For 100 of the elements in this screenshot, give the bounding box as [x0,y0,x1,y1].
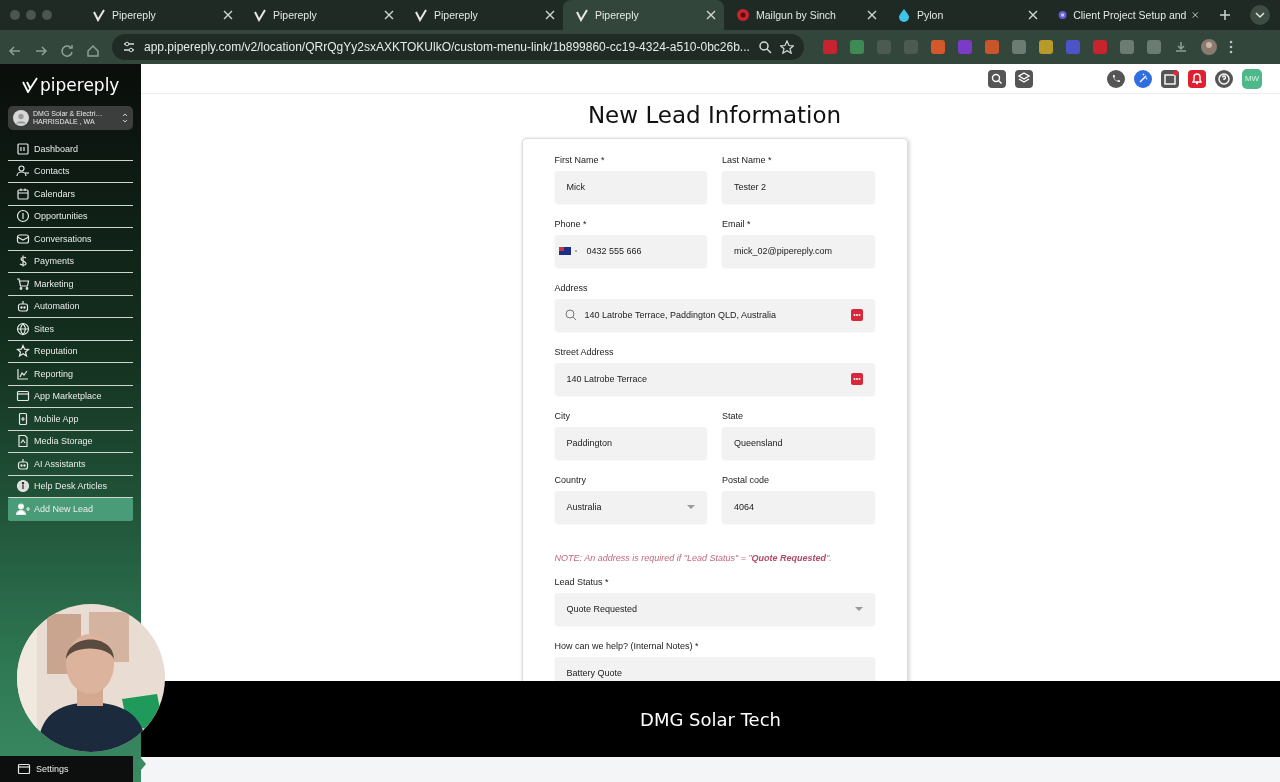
field-label: Address [554,283,589,293]
sidebar-item[interactable]: Dashboard [8,138,133,161]
logo-icon [22,77,38,93]
cart-icon [16,276,30,291]
extension-icon[interactable] [1010,39,1027,55]
input-field[interactable]: 4064 [722,491,875,523]
profile-avatar-icon[interactable] [1199,38,1218,56]
extension-icon[interactable] [929,39,946,55]
extension-icon[interactable] [983,39,1000,55]
phone-icon [16,411,30,426]
avatar-icon [13,110,29,126]
layers-icon[interactable] [1015,69,1033,88]
extension-icon[interactable] [1118,39,1135,55]
help-icon[interactable] [1215,69,1233,88]
more-icon[interactable] [850,373,863,385]
check-icon [575,8,589,22]
sidebar-item[interactable]: Marketing [8,273,133,296]
back-icon[interactable] [8,44,22,58]
extension-icon[interactable] [1037,39,1054,55]
sidebar-item[interactable]: Reporting [8,363,133,386]
browser-tab[interactable]: Pylon [885,0,1046,30]
footer-text: DMG Solar Tech [640,708,781,730]
dropdown[interactable]: Australia [554,491,707,523]
window-icon [17,762,31,776]
circle-icon [736,8,750,22]
close-icon[interactable] [706,10,716,20]
extension-icon[interactable] [848,39,865,55]
address-field[interactable]: app.pipereply.com/v2/location/QRrQgYy2sxAXKTOKUlkO/custom-menu-link/1b899860-cc19-4324-a510-0bc26b... [112,34,804,60]
sidebar-item[interactable]: Mobile App [8,408,133,431]
input-field[interactable]: Queensland [722,427,875,459]
input-field[interactable]: 140 Latrobe Terrace [554,363,875,395]
chart-icon [16,366,30,381]
input-field[interactable]: Tester 2 [722,171,875,203]
browser-tab[interactable]: Pipereply [402,0,563,30]
globe-icon [16,321,30,336]
more-icon[interactable] [850,309,863,321]
page-title: New Lead Information [587,102,842,128]
sidebar-item[interactable]: Payments [8,250,133,273]
close-icon[interactable] [867,10,877,20]
input-field[interactable]: 140 Latrobe Terrace, Paddington QLD, Australia [554,299,875,331]
field-label: Country [554,475,587,485]
reload-icon[interactable] [60,44,74,58]
extension-icon[interactable] [1145,39,1162,55]
caret-icon [854,606,863,612]
browser-tab[interactable]: Pipereply [80,0,241,30]
sidebar-item[interactable]: Automation [8,295,133,318]
tab-menu-icon[interactable] [1250,5,1270,25]
sidebar-item[interactable]: Reputation [8,340,133,363]
field-label: How can we help? (Internal Notes) * [554,641,700,651]
browser-tab[interactable]: Mailgun by Sinch [724,0,885,30]
forward-icon[interactable] [34,44,48,58]
input-field[interactable]: 0432 555 666 [554,235,707,267]
sidebar-item[interactable]: Calendars [8,183,133,206]
sidebar-item[interactable]: Opportunities [8,205,133,228]
sidebar-item[interactable]: App Marketplace [8,385,133,408]
close-icon[interactable] [1028,10,1038,20]
file-icon [16,434,30,449]
more-icon[interactable] [1228,40,1233,54]
sidebar-item[interactable]: Contacts [8,160,133,183]
browser-tab[interactable]: Pipereply [241,0,402,30]
close-icon[interactable] [384,10,394,20]
input-field[interactable]: Mick [554,171,707,203]
browser-tab[interactable]: Pipereply [563,0,724,30]
sidebar-item[interactable]: Sites [8,318,133,341]
site-settings-icon[interactable] [122,40,136,54]
field-label: Street Address [554,347,615,357]
calendar-icon [16,186,30,201]
drop-icon [897,8,911,22]
field-label: Email * [722,219,752,229]
field-label: First Name * [554,155,606,165]
magic-wand-icon[interactable] [1134,69,1152,88]
info-icon [16,479,30,494]
zoom-icon[interactable] [757,40,772,54]
settings-item[interactable]: Settings [0,756,133,782]
dropdown[interactable]: Quote Requested [554,593,875,625]
close-icon[interactable] [223,10,233,20]
note-text: NOTE: An address is required if "Lead Status" = "Quote Requested". [554,553,832,563]
bell-icon[interactable] [1188,69,1206,88]
dashboard-icon [16,141,30,156]
field-label: Last Name * [722,155,773,165]
star-icon [16,344,30,359]
robot-icon [16,456,30,471]
input-field[interactable]: mick_02@pipereply.com [722,235,875,267]
star-icon[interactable] [779,40,794,54]
field-label: Phone * [554,219,588,229]
caret-icon [687,504,695,510]
input-field[interactable]: Battery Quote [554,657,875,681]
home-icon[interactable] [86,44,100,58]
field-label: Postal code [722,475,771,485]
input-field[interactable]: Paddington [554,427,707,459]
close-icon[interactable] [545,10,555,20]
sidebar-item[interactable]: Media Storage [8,430,133,453]
phone-icon[interactable] [1107,69,1125,88]
browser-tab[interactable]: Client Project Setup and [1046,0,1207,30]
flag-icon[interactable] [558,247,579,255]
sidebar-item[interactable]: AI Assistants [8,453,133,476]
search-icon[interactable] [988,69,1006,88]
close-icon[interactable] [1192,10,1199,20]
sidebar-item[interactable]: Conversations [8,228,133,251]
new-tab-icon[interactable] [1219,9,1231,21]
